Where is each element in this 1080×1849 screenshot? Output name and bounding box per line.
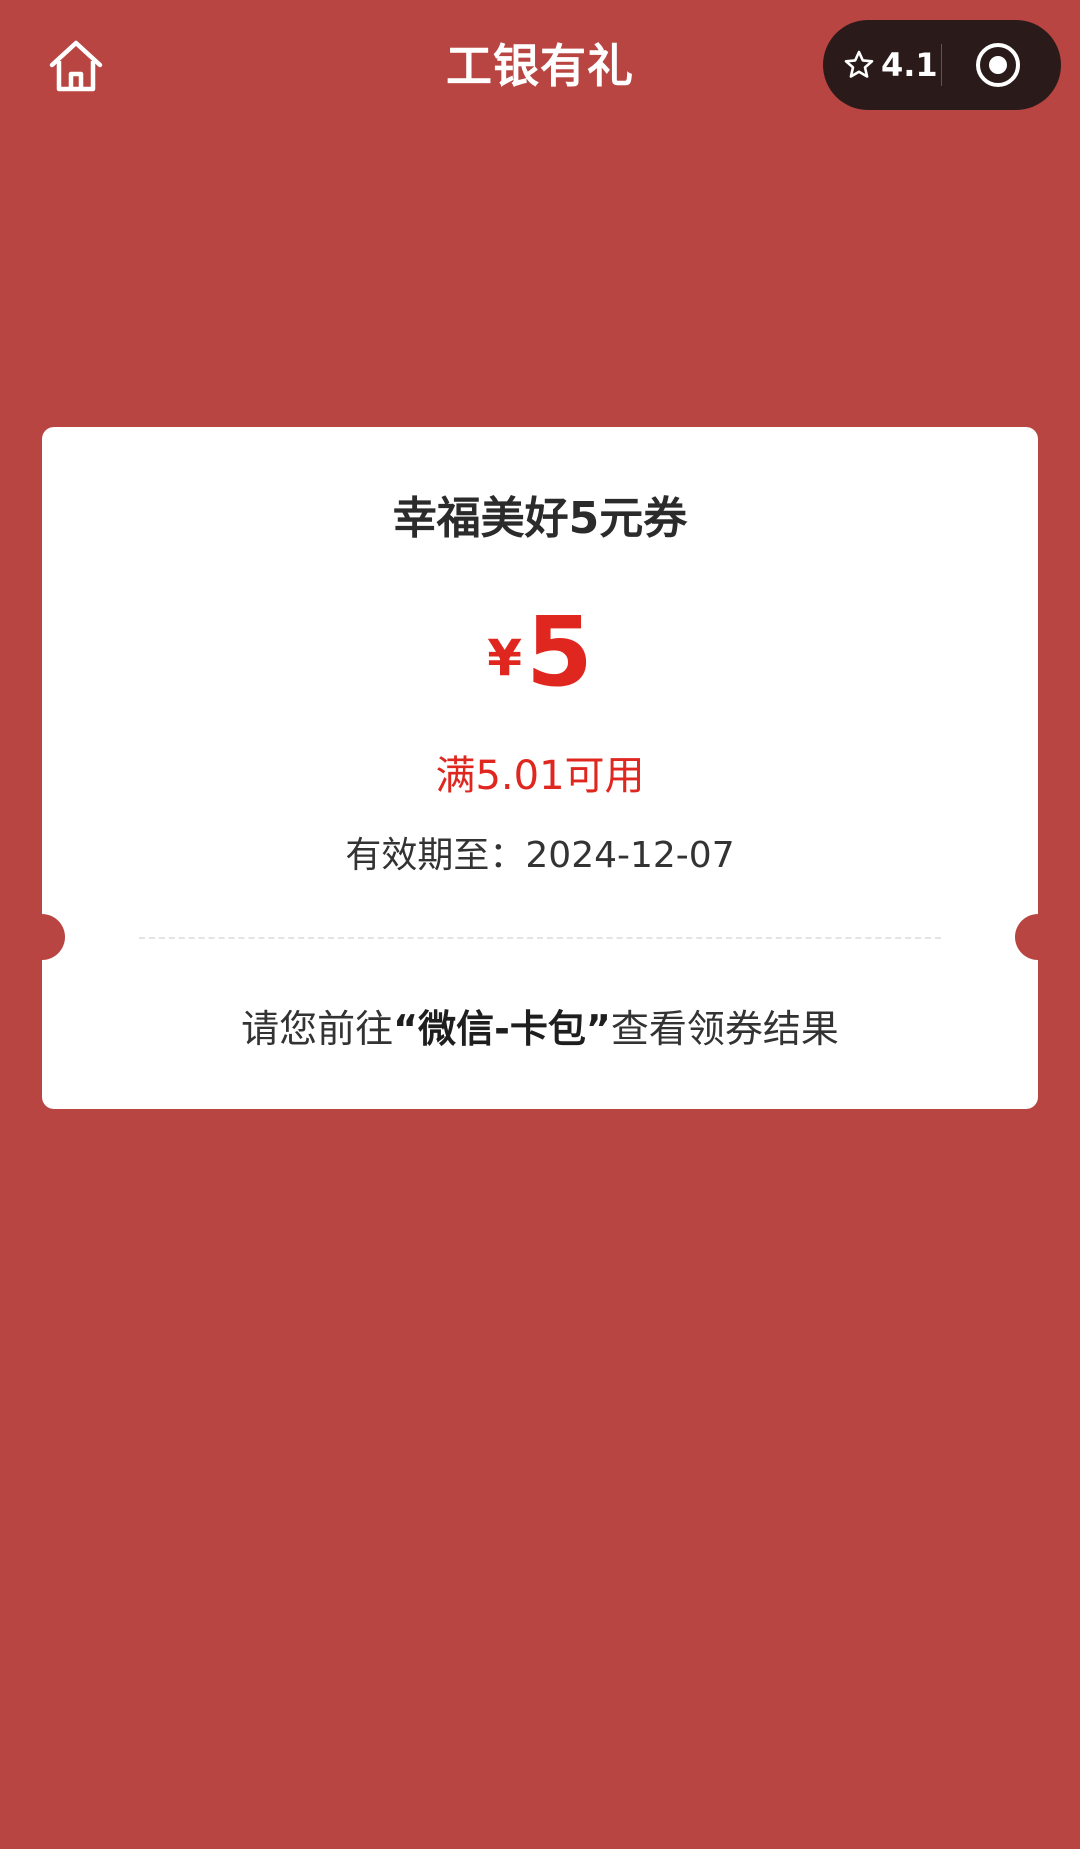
- coupon-name: 幸福美好5元券: [392, 493, 688, 544]
- coupon-amount: ¥5: [42, 597, 1038, 735]
- top-navigation-bar: 工银有礼 4.1: [0, 0, 1080, 140]
- note-highlight: “微信-卡包”: [393, 1007, 611, 1051]
- ticket-notch-right: [1015, 914, 1061, 960]
- record-target-icon: [976, 43, 1020, 87]
- coupon-card: 幸福美好5元券 ¥5 满5.01可用 有效期至：2024-12-07 请您前往“…: [19, 427, 1061, 1109]
- rating-value: 4.1: [881, 46, 938, 84]
- rating-button[interactable]: 4.1: [843, 20, 938, 110]
- capsule-close-button[interactable]: [973, 40, 1023, 90]
- ticket-notch-left: [19, 914, 65, 960]
- home-button[interactable]: [44, 34, 108, 98]
- note-prefix: 请您前往: [241, 1007, 394, 1051]
- coupon-claim-note: 请您前往“微信-卡包”查看领券结果: [42, 1003, 1038, 1055]
- coupon-validity: 有效期至：2024-12-07: [345, 835, 735, 876]
- note-suffix: 查看领券结果: [610, 1007, 839, 1051]
- dashed-divider: [139, 937, 941, 939]
- capsule-divider: [941, 44, 942, 86]
- currency-symbol: ¥: [487, 629, 522, 687]
- star-outline-icon: [844, 50, 874, 78]
- mini-program-capsule: 4.1: [823, 20, 1061, 110]
- coupon-amount-value: 5: [526, 596, 593, 708]
- coupon-condition: 满5.01可用: [435, 753, 645, 799]
- home-icon: [49, 40, 103, 92]
